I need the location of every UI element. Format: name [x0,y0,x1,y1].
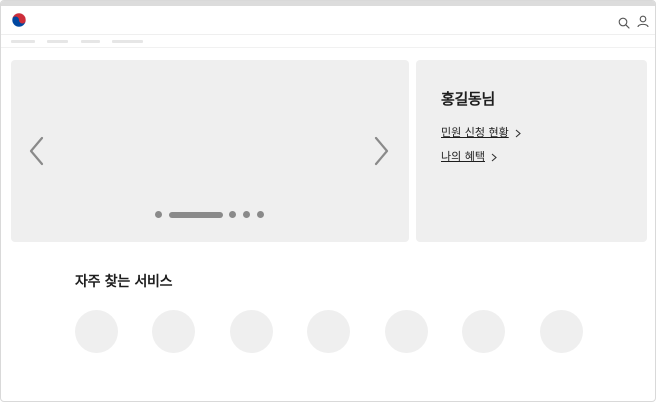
service-item-1[interactable] [75,310,118,353]
nav-item-2[interactable] [47,40,68,43]
nav-item-1[interactable] [11,40,35,43]
service-item-3[interactable] [230,310,273,353]
banner-carousel [11,60,409,242]
chevron-left-icon[interactable] [28,136,46,166]
service-item-5[interactable] [385,310,428,353]
my-benefits-link[interactable]: 나의 혜택 [441,148,497,164]
service-item-6[interactable] [462,310,505,353]
header [1,6,655,35]
carousel-dot-1[interactable] [155,211,162,218]
user-profile-panel: 홍길동님 민원 신청 현황 나의 혜택 [416,60,647,242]
service-item-2[interactable] [152,310,195,353]
carousel-dot-4[interactable] [243,211,250,218]
chevron-right-icon[interactable] [372,136,390,166]
app-window: 홍길동님 민원 신청 현황 나의 혜택 자주 찾는 서비스 [0,0,656,402]
application-status-label: 민원 신청 현황 [441,126,509,139]
my-benefits-label: 나의 혜택 [441,150,485,163]
nav-item-4[interactable] [112,40,143,43]
chevron-right-icon [515,128,521,137]
service-item-4[interactable] [307,310,350,353]
carousel-dot-active[interactable] [169,212,223,218]
main-nav [1,35,655,48]
government-emblem-icon[interactable] [11,12,27,28]
user-icon[interactable] [637,13,649,28]
service-item-7[interactable] [540,310,583,353]
user-greeting: 홍길동님 [441,90,496,108]
nav-item-3[interactable] [81,40,100,43]
application-status-link[interactable]: 민원 신청 현황 [441,124,521,140]
frequent-services-title: 자주 찾는 서비스 [75,274,173,290]
carousel-dot-5[interactable] [257,211,264,218]
chevron-right-icon [491,152,497,161]
frequent-services-list [75,310,595,353]
carousel-dot-3[interactable] [229,211,236,218]
carousel-indicators [155,211,275,219]
search-icon[interactable] [618,14,630,29]
